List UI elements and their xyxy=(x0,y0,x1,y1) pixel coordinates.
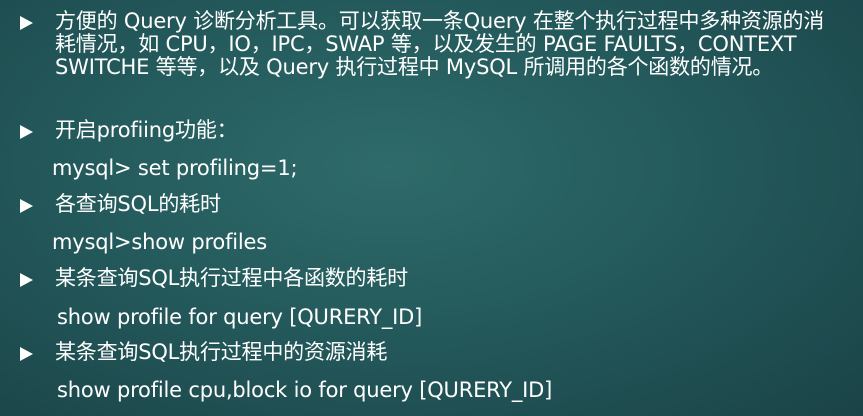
triangle-bullet-icon xyxy=(20,199,33,213)
bullet-item-profiling-overview: 方便的 Query 诊断分析工具。可以获取一条Query 在整个执行过程中多种资… xyxy=(20,10,840,79)
bullet-text: 某条查询SQL执行过程中的资源消耗 xyxy=(55,340,388,364)
bullet-item-resource-usage: 某条查询SQL执行过程中的资源消耗 xyxy=(20,341,840,364)
bullet-text: 方便的 Query 诊断分析工具。可以获取一条Query 在整个执行过程中多种资… xyxy=(55,9,825,79)
code-line-show-profile-query: show profile for query [QURERY_ID] xyxy=(57,305,423,329)
triangle-bullet-icon xyxy=(20,125,33,139)
code-line-show-profiles: mysql>show profiles xyxy=(52,230,268,254)
triangle-bullet-icon xyxy=(20,273,33,287)
bullet-text: 开启profiing功能： xyxy=(55,118,238,142)
triangle-bullet-icon xyxy=(20,16,33,30)
code-line-set-profiling: mysql> set profiling=1; xyxy=(52,156,298,180)
code-line-show-profile-cpu-block-io: show profile cpu,block io for query [QUR… xyxy=(57,378,553,402)
triangle-bullet-icon xyxy=(20,347,33,361)
bullet-text: 某条查询SQL执行过程中各函数的耗时 xyxy=(55,266,408,290)
slide: 方便的 Query 诊断分析工具。可以获取一条Query 在整个执行过程中多种资… xyxy=(0,0,863,416)
bullet-item-function-time: 某条查询SQL执行过程中各函数的耗时 xyxy=(20,267,840,290)
bullet-item-enable-profiling: 开启profiing功能： xyxy=(20,119,840,142)
bullet-item-query-time: 各查询SQL的耗时 xyxy=(20,193,840,216)
bullet-text: 各查询SQL的耗时 xyxy=(55,192,221,216)
